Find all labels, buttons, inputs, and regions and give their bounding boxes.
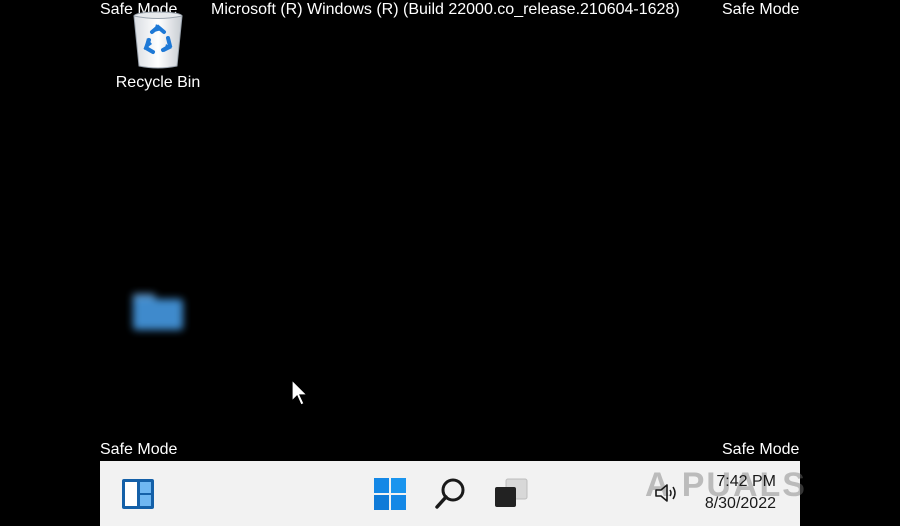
desktop-icon-label: Recycle Bin	[115, 74, 201, 91]
search-icon	[435, 478, 465, 509]
folder-icon	[133, 294, 183, 330]
safe-mode-label-bottom-left: Safe Mode	[100, 441, 178, 458]
search-button[interactable]	[433, 475, 469, 511]
widgets-icon	[122, 479, 154, 509]
build-string: Microsoft (R) Windows (R) (Build 22000.c…	[211, 1, 680, 18]
widgets-button[interactable]	[120, 477, 156, 511]
start-button[interactable]	[372, 476, 408, 512]
volume-icon	[655, 484, 676, 502]
clock-date: 8/30/2022	[704, 495, 776, 512]
recycle-bin-icon	[133, 11, 183, 69]
windows-logo-icon	[374, 478, 406, 510]
system-clock[interactable]: 7:42 PM 8/30/2022	[705, 471, 776, 515]
clock-time: 7:42 PM	[716, 473, 776, 490]
task-view-icon	[495, 478, 528, 507]
taskbar: A PUALS 7:42 PM 8/30/2022	[100, 461, 805, 526]
safe-mode-label-bottom-right: Safe Mode	[722, 441, 800, 458]
task-view-button[interactable]	[492, 475, 530, 511]
desktop-icon-blurred-folder[interactable]	[103, 290, 213, 343]
volume-button[interactable]	[653, 481, 681, 505]
mouse-cursor-icon	[291, 379, 309, 406]
safe-mode-label-top-right: Safe Mode	[722, 1, 800, 18]
desktop-icon-recycle-bin[interactable]: Recycle Bin	[103, 10, 213, 92]
